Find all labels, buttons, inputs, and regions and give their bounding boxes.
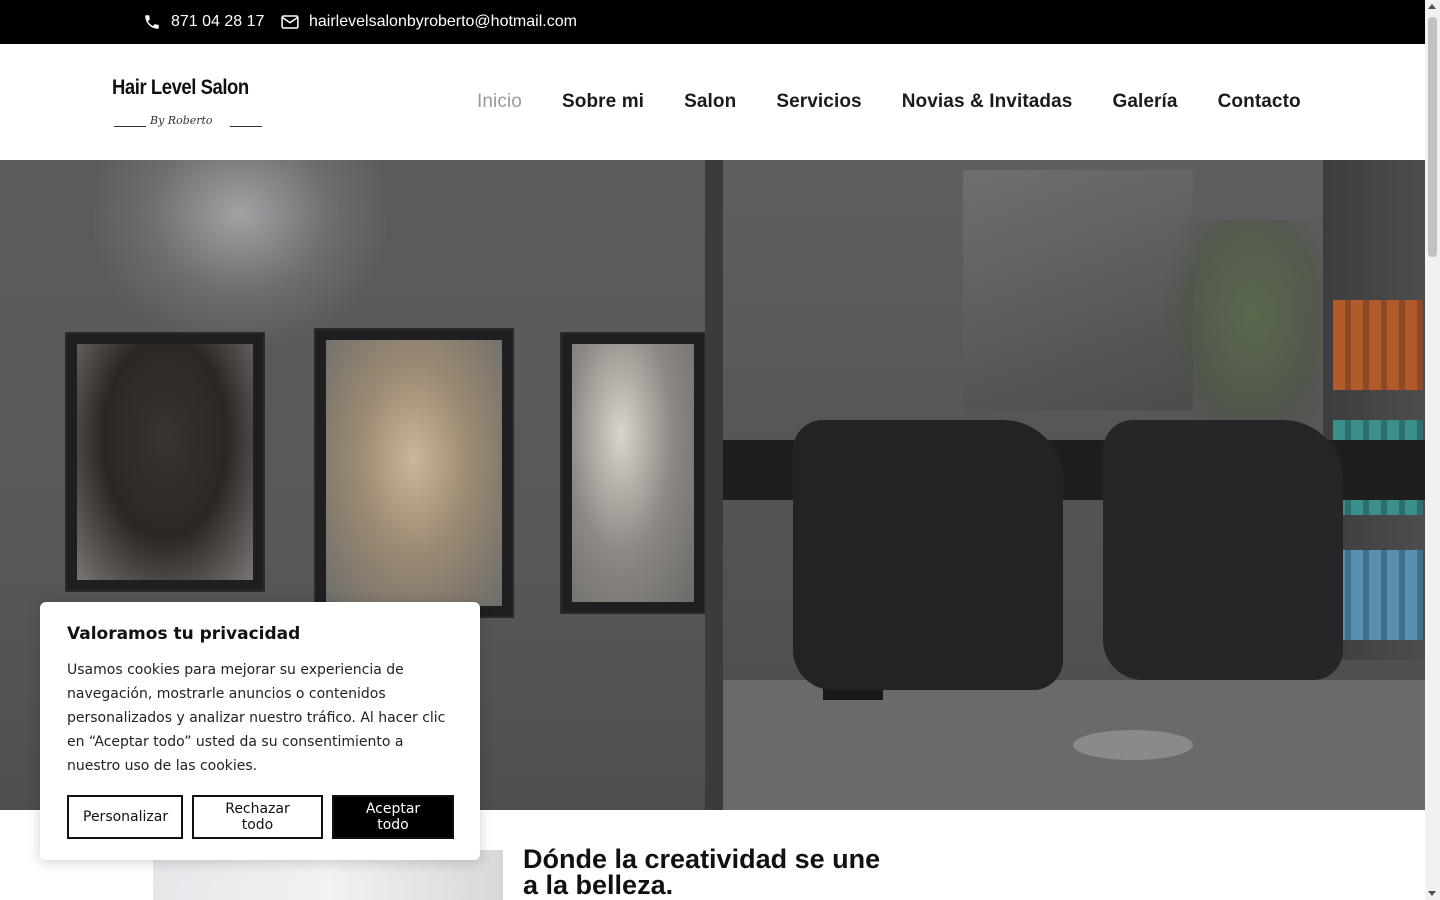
salon-chair-2	[1103, 420, 1343, 680]
hero-divider	[705, 160, 723, 810]
site-logo[interactable]: Hair Level Salon By Roberto	[112, 76, 264, 136]
scroll-down-arrow-icon[interactable]	[1428, 891, 1436, 896]
scrollbar-thumb[interactable]	[1428, 17, 1437, 257]
salon-mirror	[963, 170, 1193, 410]
scroll-up-arrow-icon[interactable]	[1428, 4, 1436, 9]
nav-item-servicios[interactable]: Servicios	[776, 91, 861, 113]
hero-right-panel	[723, 160, 1425, 810]
chair-base	[1073, 730, 1193, 760]
orange-bottles	[1333, 300, 1423, 390]
phone-contact[interactable]: 871 04 28 17	[143, 0, 264, 44]
cookie-text: Usamos cookies para mejorar su experienc…	[67, 662, 446, 774]
logo-line-left	[114, 126, 146, 127]
logo-subtitle: By Roberto	[150, 114, 213, 127]
accept-all-button[interactable]: Aceptar todo	[332, 795, 454, 839]
chandelier	[95, 160, 385, 340]
wall-portrait-3	[560, 332, 706, 614]
cookie-title: Valoramos tu privacidad	[67, 624, 301, 644]
nav-item-inicio[interactable]: Inicio	[477, 91, 522, 113]
nav-item-galeria[interactable]: Galería	[1112, 91, 1177, 113]
nav-item-sobre-mi[interactable]: Sobre mi	[562, 91, 644, 113]
customize-button[interactable]: Personalizar	[67, 795, 183, 839]
nav-item-novias-invitadas[interactable]: Novias & Invitadas	[902, 91, 1073, 113]
cookie-actions: Personalizar Rechazar todo Aceptar todo	[67, 795, 463, 839]
reject-all-button[interactable]: Rechazar todo	[192, 795, 323, 839]
logo-line-right	[230, 126, 262, 127]
top-contact-bar: 871 04 28 17 hairlevelsalonbyroberto@hot…	[0, 0, 1425, 44]
cookie-banner: Valoramos tu privacidad Usamos cookies p…	[40, 602, 480, 860]
site-header: Hair Level Salon By Roberto Inicio Sobre…	[0, 44, 1425, 160]
wall-portrait-1	[65, 332, 265, 592]
nav-item-contacto[interactable]: Contacto	[1218, 91, 1301, 113]
phone-icon	[145, 15, 159, 29]
envelope-icon	[281, 15, 299, 29]
email-address: hairlevelsalonbyroberto@hotmail.com	[309, 13, 577, 30]
logo-title: Hair Level Salon	[112, 76, 249, 99]
salon-chair-1	[793, 420, 1063, 690]
nav-item-salon[interactable]: Salon	[684, 91, 736, 113]
blue-bottles	[1333, 550, 1423, 640]
phone-number: 871 04 28 17	[171, 13, 265, 30]
logo-signature: By Roberto	[112, 114, 264, 130]
section-headline: Dónde la creatividad se une a la belleza…	[523, 844, 881, 900]
main-nav: Inicio Sobre mi Salon Servicios Novias &…	[477, 44, 1341, 160]
page-scrollbar[interactable]	[1425, 0, 1440, 900]
wall-portrait-2	[314, 328, 514, 618]
email-contact[interactable]: hairlevelsalonbyroberto@hotmail.com	[281, 0, 577, 44]
